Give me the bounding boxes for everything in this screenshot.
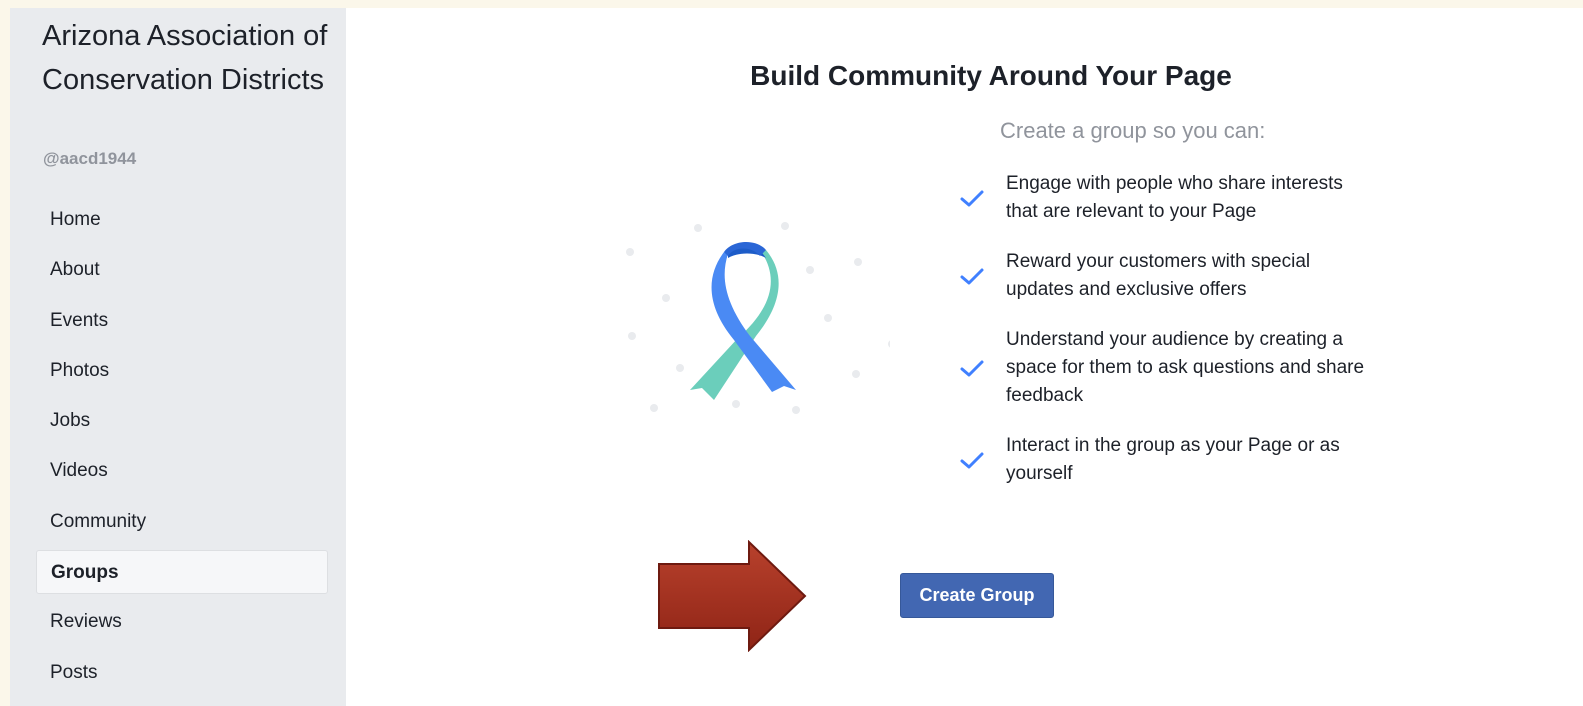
benefit-text: Engage with people who share interests t… — [1006, 173, 1343, 222]
page-handle[interactable]: @aacd1944 — [43, 149, 136, 169]
benefit-item: Reward your customers with special updat… — [958, 248, 1378, 304]
nav-item-photos[interactable]: Photos — [36, 349, 328, 393]
nav-item-jobs[interactable]: Jobs — [36, 399, 328, 443]
benefits-list: Engage with people who share interests t… — [958, 170, 1378, 510]
ribbon-illustration — [626, 222, 890, 414]
nav-item-community[interactable]: Community — [36, 500, 328, 544]
page-title: Build Community Around Your Page — [750, 60, 1232, 91]
nav-item-groups[interactable]: Groups — [36, 550, 328, 595]
page-sidebar: Arizona Association of Conservation Dist… — [10, 8, 346, 706]
nav-item-posts[interactable]: Posts — [36, 651, 328, 695]
page-name[interactable]: Arizona Association of Conservation Dist… — [42, 14, 342, 102]
nav-item-videos[interactable]: Videos — [36, 449, 328, 493]
nav-item-about[interactable]: About — [36, 248, 328, 292]
benefit-item: Interact in the group as your Page or as… — [958, 432, 1378, 488]
nav-item-reviews[interactable]: Reviews — [36, 600, 328, 644]
check-icon — [960, 360, 984, 377]
benefit-text: Understand your audience by creating a s… — [1006, 329, 1365, 406]
check-icon — [960, 268, 984, 285]
page-nav: Home About Events Photos Jobs Videos Com… — [36, 198, 328, 701]
nav-item-home[interactable]: Home — [36, 198, 328, 242]
benefit-text: Reward your customers with special updat… — [1006, 251, 1311, 300]
create-group-button[interactable]: Create Group — [900, 573, 1054, 618]
benefit-item: Understand your audience by creating a s… — [958, 326, 1378, 410]
nav-item-events[interactable]: Events — [36, 299, 328, 343]
benefit-item: Engage with people who share interests t… — [958, 170, 1378, 226]
ribbon-icon — [690, 241, 796, 400]
arrow-right-icon — [658, 540, 807, 652]
groups-main: Build Community Around Your Page Create … — [346, 8, 1583, 706]
benefit-text: Interact in the group as your Page or as… — [1006, 435, 1340, 484]
facebook-page-frame: Arizona Association of Conservation Dist… — [10, 8, 1583, 706]
benefits-subtitle: Create a group so you can: — [1000, 118, 1266, 143]
check-icon — [960, 190, 984, 207]
check-icon — [960, 452, 984, 469]
